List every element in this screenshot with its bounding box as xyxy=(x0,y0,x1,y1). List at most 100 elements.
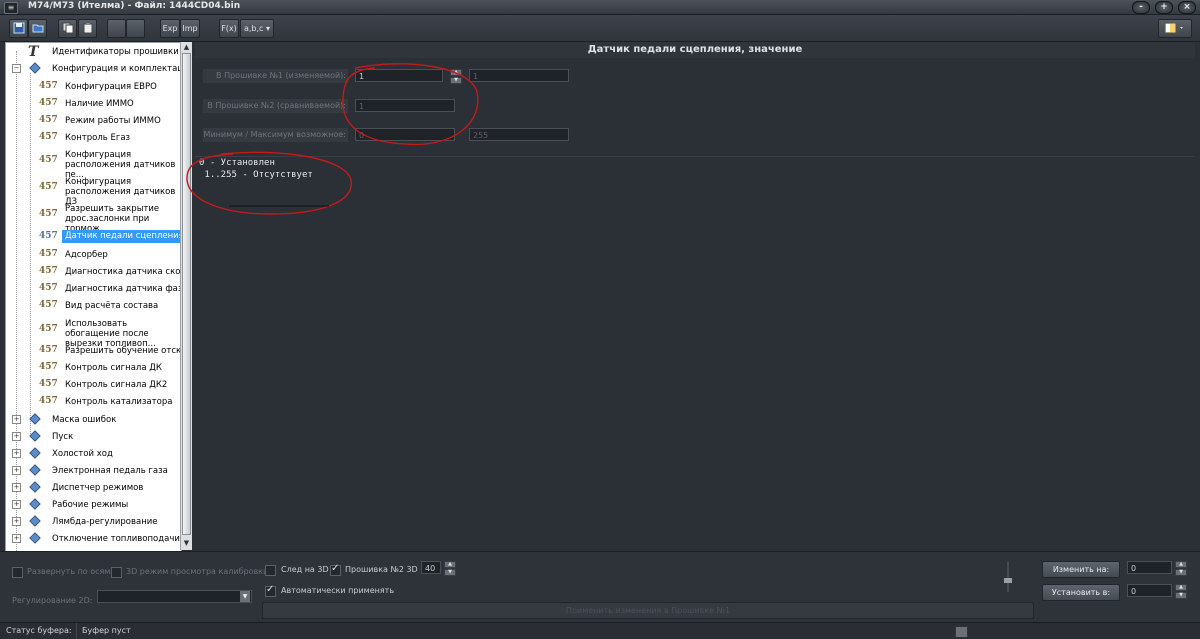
min-value-input[interactable]: 0 xyxy=(355,128,455,141)
value-panel: Датчик педали сцепления, значение В Прош… xyxy=(186,42,1195,550)
expand-icon[interactable]: + xyxy=(12,483,21,492)
tree-item[interactable]: 457 Разрешить обучение отско... xyxy=(6,342,181,359)
tree-item-selected[interactable]: 457 Датчик педали сцепления xyxy=(6,228,181,245)
panel-title: Датчик педали сцепления, значение xyxy=(195,42,1195,58)
tree-item[interactable]: + Электронная педаль газа xyxy=(6,462,181,479)
system-menu-icon[interactable]: ≡ xyxy=(4,2,18,14)
expand-icon[interactable]: + xyxy=(12,500,21,509)
save-button[interactable] xyxy=(9,19,28,38)
close-button[interactable]: × xyxy=(1178,1,1196,14)
scroll-thumb[interactable] xyxy=(182,53,191,535)
tree-scrollbar[interactable]: ▲ ▼ xyxy=(180,42,192,550)
firmware1-value-input[interactable]: 1 xyxy=(355,69,443,82)
set-to-spinner[interactable]: ▲ ▼ xyxy=(1175,584,1187,599)
tree-item[interactable]: 457 Разрешить закрытие дрос.заслонки при… xyxy=(6,204,181,234)
view-3d-checkbox[interactable] xyxy=(111,567,122,578)
parameter-tree[interactable]: T Идентификаторы прошивки − Конфигурация… xyxy=(5,42,182,552)
tree-item[interactable]: + Маска ошибок xyxy=(6,411,181,428)
tree-item[interactable]: 457 Диагностика датчика фаз xyxy=(6,280,181,297)
window-layout-icon xyxy=(1164,22,1183,34)
value-457-icon: 457 xyxy=(39,98,58,108)
tree-item[interactable]: 457 Наличие ИММО xyxy=(6,95,181,112)
diamond-folder-icon xyxy=(29,464,41,476)
tree-item[interactable]: 457 Конфигурация расположения датчиков Д… xyxy=(6,177,181,207)
tree-item[interactable]: 457 Контроль сигнала ДК2 xyxy=(6,376,181,393)
export-button[interactable]: Exp xyxy=(160,19,180,38)
expand-axes-checkbox[interactable] xyxy=(12,567,23,578)
import-button[interactable]: Imp xyxy=(180,19,200,38)
firmware2-3d-checkbox[interactable] xyxy=(330,563,341,576)
vertical-slider[interactable] xyxy=(1004,562,1012,592)
tree-item[interactable]: + Холостой ход xyxy=(6,445,181,462)
tree-item[interactable]: + Рабочие режимы xyxy=(6,496,181,513)
tree-item[interactable]: + Отключение топливоподачи xyxy=(6,530,181,547)
max-value-input[interactable]: 255 xyxy=(469,128,569,141)
tree-item[interactable]: + Лямбда-регулирование xyxy=(6,513,181,530)
firmware2-3d-label: Прошивка №2 3D xyxy=(345,565,418,574)
change-to-input[interactable]: 0 xyxy=(1127,561,1172,574)
expand-icon[interactable]: + xyxy=(12,466,21,475)
regulation-2d-label: Регулирование 2D: xyxy=(12,596,93,605)
diamond-folder-icon xyxy=(29,515,41,527)
set-to-button[interactable]: Установить в: xyxy=(1042,584,1120,601)
value-457-icon: 457 xyxy=(39,396,58,406)
tree-item[interactable]: 457 Конфигурация расположения датчиков п… xyxy=(6,150,181,180)
abc-dropdown[interactable]: a,b,c ▾ xyxy=(240,19,274,38)
scroll-down-icon[interactable]: ▼ xyxy=(182,539,191,548)
buffer-status-value: Буфер пуст xyxy=(82,626,131,635)
maximize-button[interactable]: + xyxy=(1155,1,1173,14)
set-to-input[interactable]: 0 xyxy=(1127,584,1172,597)
apply-changes-button[interactable]: Применить изменения в Прошивке №1 xyxy=(262,602,1034,619)
tree-item[interactable]: 457 Режим работы ИММО xyxy=(6,112,181,129)
change-to-spinner[interactable]: ▲ ▼ xyxy=(1175,561,1187,576)
bottom-controls: Развернуть по осям 3D режим просмотра ка… xyxy=(0,551,1200,622)
collapse-icon[interactable]: − xyxy=(12,64,21,73)
window-title: M74/M73 (Ителма) - Файл: 1444CD04.bin xyxy=(28,1,241,11)
blank-tool-button-2[interactable] xyxy=(126,19,145,38)
tree-item[interactable]: 457 Контроль сигнала ДК xyxy=(6,359,181,376)
expand-icon[interactable]: + xyxy=(12,415,21,424)
function-button[interactable]: F(x) xyxy=(219,19,239,38)
tree-item[interactable]: T Идентификаторы прошивки xyxy=(6,43,181,60)
firmware2-value-input[interactable]: 1 xyxy=(355,99,455,112)
value-457-icon: 457 xyxy=(39,81,58,91)
value-457-icon: 457 xyxy=(39,115,58,125)
value-457-icon: 457 xyxy=(39,182,58,192)
tree-item[interactable]: 457 Контроль катализатора xyxy=(6,393,181,410)
layout-dropdown[interactable] xyxy=(1158,19,1192,38)
step-value-input[interactable]: 40 xyxy=(421,561,441,574)
paste-button[interactable] xyxy=(78,19,97,38)
regulation-2d-select[interactable]: ▼ xyxy=(97,590,252,603)
tree-item[interactable]: 457 Контроль Егаз xyxy=(6,129,181,146)
change-to-button[interactable]: Изменить на: xyxy=(1042,561,1120,578)
expand-icon[interactable]: + xyxy=(12,449,21,458)
minimize-button[interactable]: - xyxy=(1132,1,1150,14)
auto-apply-checkbox[interactable] xyxy=(265,584,276,597)
value-457-icon: 457 xyxy=(39,155,58,165)
step-spinner[interactable]: ▲ ▼ xyxy=(444,561,456,576)
expand-icon[interactable]: + xyxy=(12,534,21,543)
tree-item[interactable]: 457 Адсорбер xyxy=(6,246,181,263)
tree-item[interactable]: + Диспетчер режимов xyxy=(6,479,181,496)
expand-icon[interactable]: + xyxy=(12,517,21,526)
tree-item[interactable]: 457 Диагностика датчика скор... xyxy=(6,263,181,280)
tree-item[interactable]: 457 Вид расчёта состава xyxy=(6,297,181,314)
tree-item[interactable]: − Конфигурация и комплектация xyxy=(6,60,181,77)
open-button[interactable] xyxy=(28,19,47,38)
firmware1-spinner[interactable]: ▲ ▼ xyxy=(450,69,462,84)
tree-item[interactable]: 457 Конфигурация ЕВРО xyxy=(6,78,181,95)
copy-button[interactable] xyxy=(58,19,77,38)
value-457-icon: 457 xyxy=(39,379,58,389)
expand-icon[interactable]: + xyxy=(12,432,21,441)
diamond-folder-icon xyxy=(29,532,41,544)
blank-tool-button-1[interactable] xyxy=(107,19,126,38)
value-457-icon: 457 xyxy=(39,132,58,142)
tree-item[interactable]: + Пуск xyxy=(6,428,181,445)
diamond-folder-icon xyxy=(29,498,41,510)
scroll-up-icon[interactable]: ▲ xyxy=(182,43,191,52)
diamond-folder-icon xyxy=(29,413,41,425)
trace-3d-checkbox[interactable] xyxy=(265,565,276,576)
firmware1-extra-input[interactable]: 1 xyxy=(469,69,569,82)
tree-item[interactable]: 457 Использовать обогащение после вырезк… xyxy=(6,319,181,349)
value-457-icon: 457 xyxy=(39,209,58,219)
